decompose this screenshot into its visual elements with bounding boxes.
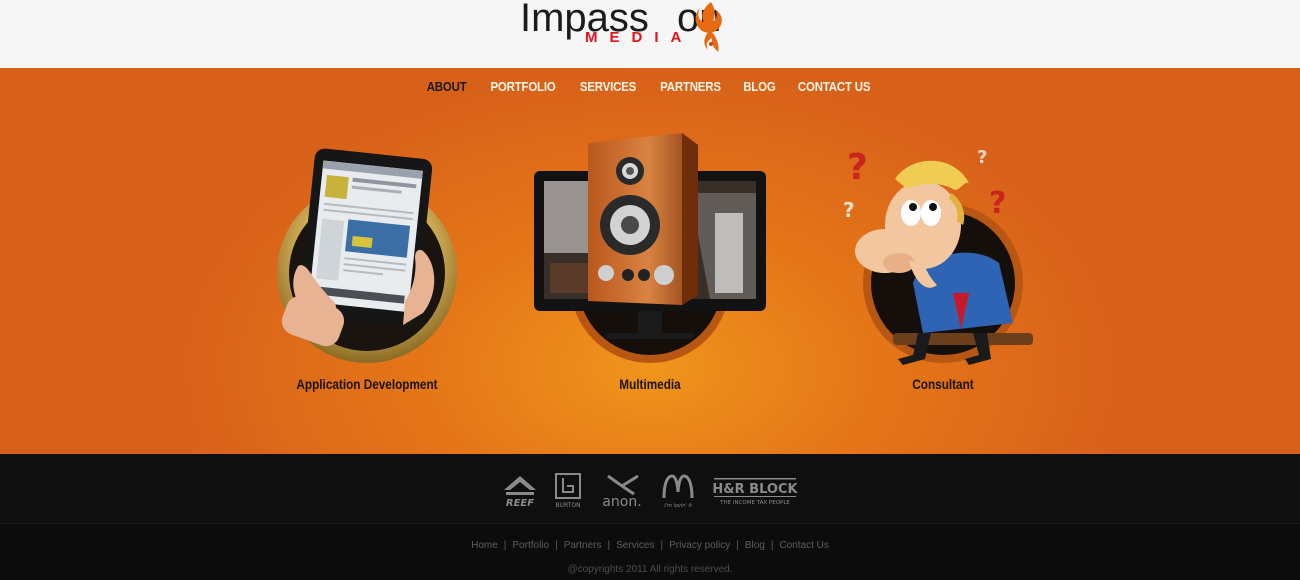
svg-text:?: ? (843, 198, 855, 222)
hrblock-logo[interactable]: H&R BLOCK THE INCOME TAX PEOPLE (712, 472, 798, 510)
svg-text:?: ? (977, 147, 987, 168)
service-label: Multimedia (619, 376, 681, 392)
footer-link-partners[interactable]: Partners (564, 540, 602, 551)
footer-link-privacy-policy[interactable]: Privacy policy (669, 540, 730, 551)
nav-about[interactable]: ABOUT (427, 79, 467, 106)
svg-text:?: ? (847, 147, 868, 188)
svg-text:BURTON: BURTON (555, 502, 580, 509)
tablet-icon (277, 148, 457, 363)
reef-logo[interactable]: REEF (500, 472, 540, 510)
footer-separator: | (555, 540, 558, 551)
svg-text:THE INCOME TAX PEOPLE: THE INCOME TAX PEOPLE (719, 500, 790, 506)
service-label: Application Development (296, 376, 438, 392)
service-application-development[interactable]: Application Development (227, 133, 507, 403)
svg-text:i'm lovin' it: i'm lovin' it (664, 503, 693, 509)
nav-contact-us[interactable]: CONTACT US (798, 79, 871, 106)
svg-text:REEF: REEF (506, 498, 534, 509)
nav-partners[interactable]: PARTNERS (660, 79, 721, 106)
main-nav: ABOUT PORTFOLIO SERVICES PARTNERS BLOG C… (0, 68, 1300, 106)
svg-text:?: ? (989, 186, 1006, 221)
anon-logo[interactable]: anon. (598, 472, 646, 510)
svg-text:anon.: anon. (602, 494, 641, 510)
service-label: Consultant (912, 376, 974, 392)
logo-subtitle: MEDIA (585, 29, 694, 46)
nav-portfolio[interactable]: PORTFOLIO (490, 79, 555, 106)
footer-link-home[interactable]: Home (471, 540, 498, 551)
footer-separator: | (736, 540, 739, 551)
svg-text:H&R BLOCK: H&R BLOCK (712, 482, 798, 497)
service-multimedia[interactable]: Multimedia (510, 133, 790, 403)
footer-link-contact-us[interactable]: Contact Us (779, 540, 828, 551)
site-footer: Home | Portfolio | Partners | Services | Privacy… (0, 524, 1300, 580)
mcdonalds-logo[interactable]: i'm lovin' it (660, 472, 696, 510)
footer-link-services[interactable]: Services (616, 540, 654, 551)
site-logo[interactable]: Impasson MEDIA (516, 0, 786, 60)
footer-separator: | (660, 540, 664, 551)
speaker-monitor-icon (534, 133, 766, 363)
footer-link-portfolio[interactable]: Portfolio (512, 540, 549, 551)
footer-separator: | (607, 540, 611, 551)
nav-services[interactable]: SERVICES (580, 79, 636, 106)
footer-separator: | (503, 540, 507, 551)
burton-logo[interactable]: BURTON (553, 472, 583, 510)
copyright-text: @copyrights 2011 All rights reserved. (567, 564, 733, 575)
site-header: Impasson MEDIA (0, 0, 1300, 68)
footer-links: Home | Portfolio | Partners | Services | Privacy… (0, 540, 1300, 551)
footer-separator: | (770, 540, 774, 551)
hero-section: ABOUT PORTFOLIO SERVICES PARTNERS BLOG C… (0, 68, 1300, 454)
thinking-man-icon: ? ? ? ? (843, 147, 1033, 365)
flame-icon (695, 2, 722, 52)
nav-blog[interactable]: BLOG (743, 79, 776, 106)
footer-link-blog[interactable]: Blog (745, 540, 765, 551)
partners-band: REEF BURTON anon. i'm lovin' it H&R BLOC… (0, 454, 1300, 524)
service-consultant[interactable]: ? ? ? ? Consultant (803, 133, 1083, 403)
